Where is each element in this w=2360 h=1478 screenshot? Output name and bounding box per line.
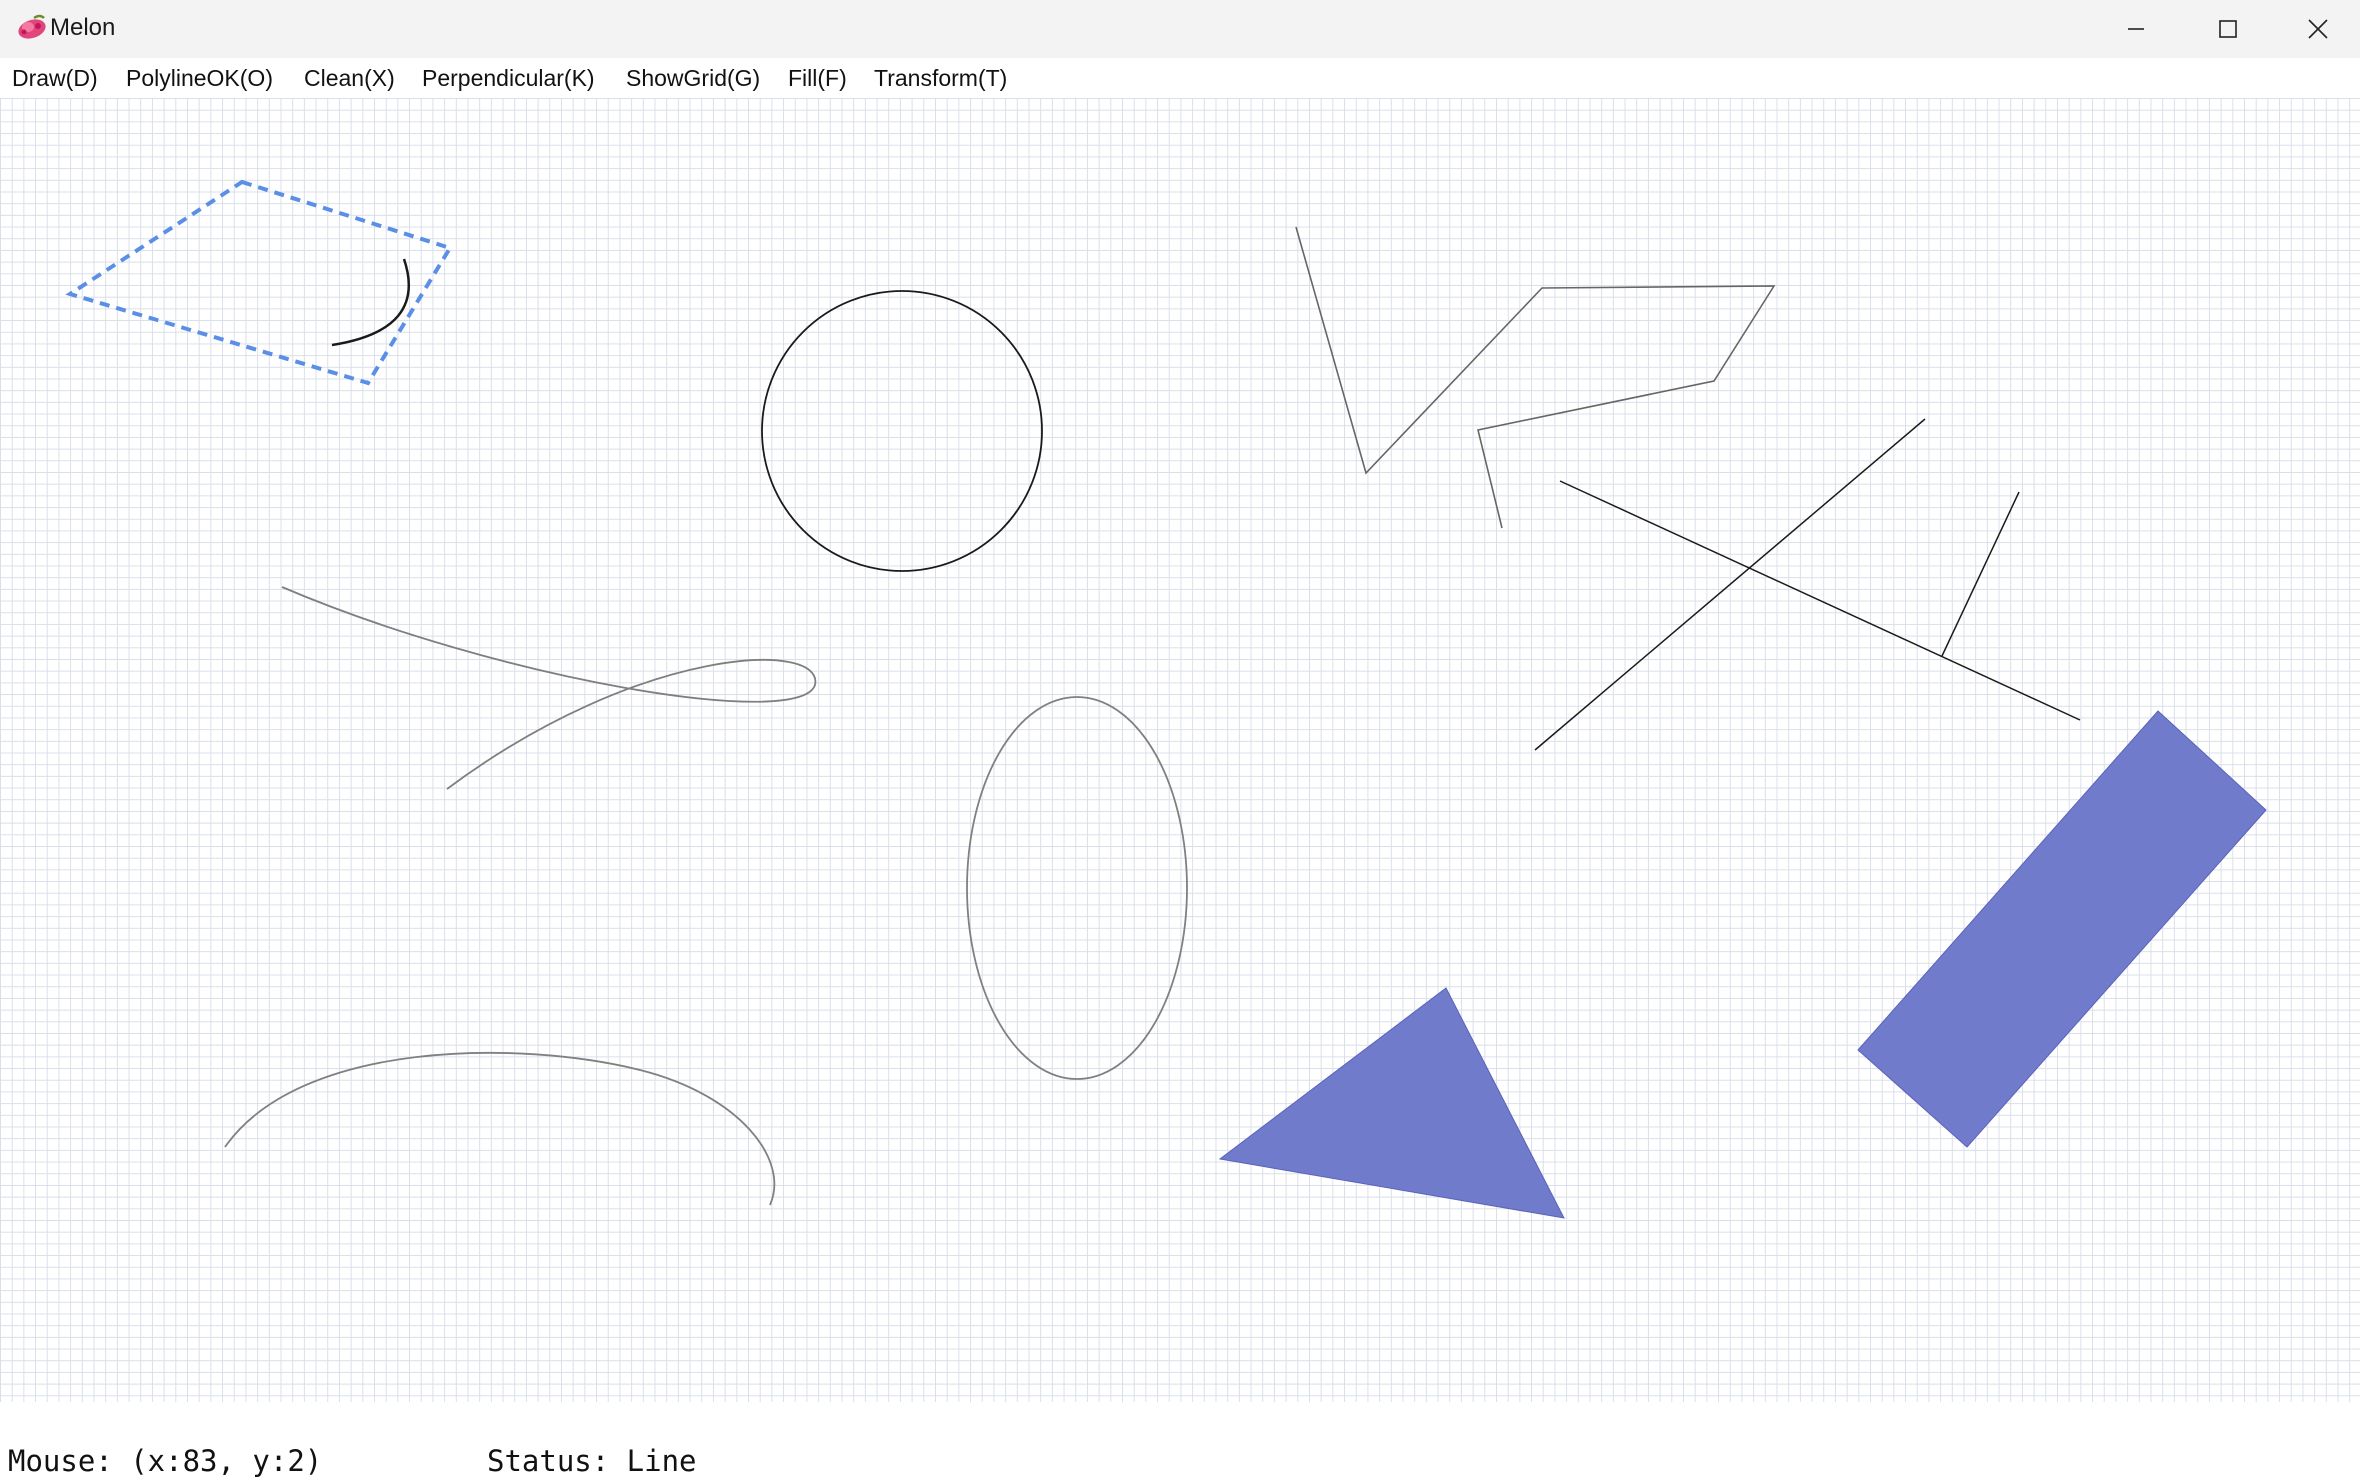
maximize-button[interactable] xyxy=(2182,0,2274,58)
circle-shape[interactable] xyxy=(761,290,1043,572)
filled-triangle-shape[interactable] xyxy=(1218,987,1565,1219)
arch-curve-shape[interactable] xyxy=(224,1051,776,1206)
maximize-icon xyxy=(2218,19,2238,39)
status-text: Status: Line xyxy=(487,1444,697,1478)
mouse-coordinates: Mouse: (x:83, y:2) xyxy=(8,1444,323,1478)
melon-app-icon xyxy=(14,12,50,44)
line-shape-2[interactable] xyxy=(1559,480,2081,721)
menu-clean[interactable]: Clean(X) xyxy=(298,62,401,94)
app-window: Melon Draw(D) PolylineOK(O) Clean(X) Per… xyxy=(0,0,2360,1478)
minimize-button[interactable] xyxy=(2090,0,2182,58)
loop-curve-shape[interactable] xyxy=(281,586,817,790)
filled-rectangle-shape[interactable] xyxy=(1857,710,2267,1148)
menu-transform[interactable]: Transform(T) xyxy=(868,62,1013,94)
menu-draw[interactable]: Draw(D) xyxy=(6,62,104,94)
close-icon xyxy=(2307,18,2329,40)
line-shape-1[interactable] xyxy=(1534,418,1926,751)
canvas-svg xyxy=(65,179,2267,1219)
minimize-icon xyxy=(2126,19,2146,39)
selection-rectangle[interactable] xyxy=(65,179,454,386)
status-bar: Mouse: (x:83, y:2) Status: Line xyxy=(0,1402,2360,1478)
menu-fill[interactable]: Fill(F) xyxy=(782,62,853,94)
menu-perpendicular[interactable]: Perpendicular(K) xyxy=(416,62,601,94)
menu-polyline-ok[interactable]: PolylineOK(O) xyxy=(120,62,279,94)
arc-shape[interactable] xyxy=(331,258,410,347)
menu-bar: Draw(D) PolylineOK(O) Clean(X) Perpendic… xyxy=(0,58,2360,99)
window-title: Melon xyxy=(50,14,116,41)
close-button[interactable] xyxy=(2272,0,2360,58)
title-bar[interactable]: Melon xyxy=(0,0,2360,58)
menu-show-grid[interactable]: ShowGrid(G) xyxy=(620,62,766,94)
ellipse-shape[interactable] xyxy=(966,696,1188,1080)
drawing-canvas[interactable] xyxy=(0,98,2360,1402)
polyline-shape[interactable] xyxy=(1295,226,1776,529)
perpendicular-line[interactable] xyxy=(1941,491,2020,657)
